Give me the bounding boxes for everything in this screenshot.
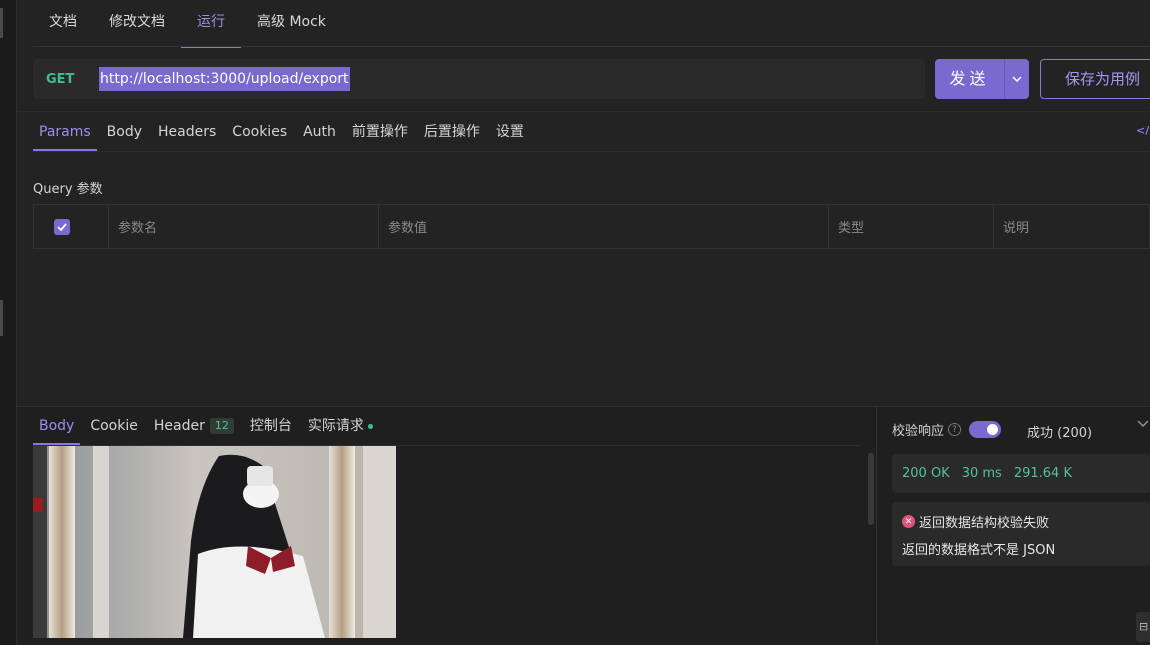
header-count-badge: 12 — [209, 418, 234, 434]
chevron-down-icon — [1012, 76, 1022, 82]
tab-post-actions[interactable]: 后置操作 — [418, 113, 486, 151]
validation-error: ✕ 返回数据结构校验失败 返回的数据格式不是 JSON — [892, 502, 1150, 566]
select-all-checkbox[interactable] — [54, 218, 70, 235]
divider — [33, 46, 1150, 47]
tab-run[interactable]: 运行 — [181, 0, 241, 48]
send-button[interactable]: 发送 — [935, 59, 1004, 99]
strip-marker — [0, 300, 3, 336]
query-params-table: 参数名 参数值 类型 说明 — [33, 204, 1150, 249]
column-header-value: 参数值 — [379, 205, 829, 248]
tab-body[interactable]: Body — [101, 113, 148, 151]
validation-status-select[interactable]: 成功 (200) — [1027, 422, 1092, 441]
response-time: 30 ms — [961, 466, 1002, 481]
validation-error-title: 返回数据结构校验失败 — [919, 516, 1050, 531]
response-scrollbar[interactable] — [868, 453, 874, 525]
tab-advanced-mock[interactable]: 高级 Mock — [241, 0, 342, 47]
validate-label: 校验响应 — [892, 424, 945, 439]
tab-label: 实际请求 — [307, 418, 364, 434]
response-image-preview — [33, 446, 396, 638]
tab-actual-request[interactable]: 实际请求 — [302, 407, 379, 445]
query-params-title: Query 参数 — [33, 182, 103, 197]
tab-console[interactable]: 控制台 — [244, 407, 298, 445]
left-activity-strip — [0, 0, 17, 645]
close-circle-icon: ✕ — [902, 515, 915, 528]
send-dropdown-button[interactable] — [1004, 59, 1029, 99]
response-panel: Body Cookie Header 12 控制台 实际请求 校验响应 ? 成功… — [17, 406, 1150, 645]
validate-toggle[interactable] — [969, 421, 1002, 438]
strip-marker — [0, 8, 3, 38]
response-tabs: Body Cookie Header 12 控制台 实际请求 — [33, 407, 383, 445]
response-metrics: 200 OK 30 ms 291.64 K — [892, 454, 1150, 493]
url-input[interactable]: http://localhost:3000/upload/export — [99, 67, 350, 91]
check-icon — [57, 222, 67, 231]
status-code: 200 OK — [902, 466, 950, 481]
validation-error-detail: 返回的数据格式不是 JSON — [902, 543, 1056, 558]
divider — [33, 151, 1150, 152]
top-tabs: 文档 修改文档 运行 高级 Mock — [33, 0, 342, 48]
method-select[interactable]: GET — [46, 72, 86, 87]
save-as-case-button[interactable]: 保存为用例 — [1040, 59, 1150, 99]
tab-label: Body — [39, 418, 75, 434]
tab-auth[interactable]: Auth — [297, 113, 342, 151]
panel-toggle-icon[interactable]: ⊟ — [1136, 612, 1150, 642]
tab-response-cookie[interactable]: Cookie — [84, 407, 144, 445]
tab-label: 控制台 — [249, 418, 292, 434]
tab-label: Cookie — [90, 418, 138, 434]
tab-headers[interactable]: Headers — [152, 113, 222, 151]
column-header-name: 参数名 — [109, 205, 379, 248]
tab-pre-actions[interactable]: 前置操作 — [346, 113, 414, 151]
photo-image — [33, 446, 396, 638]
column-header-desc: 说明 — [1003, 221, 1030, 236]
tab-edit-docs[interactable]: 修改文档 — [93, 0, 181, 47]
validation-error-title-row: ✕ 返回数据结构校验失败 — [902, 512, 1141, 531]
tab-cookies[interactable]: Cookies — [226, 113, 293, 151]
request-panel: 文档 修改文档 运行 高级 Mock GET http://localhost:… — [17, 0, 1150, 406]
tab-response-body[interactable]: Body — [33, 407, 81, 445]
tab-params[interactable]: Params — [33, 113, 97, 151]
url-bar: GET http://localhost:3000/upload/export — [33, 59, 925, 99]
tab-settings[interactable]: 设置 — [490, 113, 530, 151]
divider — [17, 111, 1150, 112]
validation-panel: 校验响应 ? 成功 (200) 200 OK 30 ms 291.64 K ✕ … — [876, 407, 1150, 645]
chevron-down-icon[interactable] — [1137, 420, 1149, 428]
send-button-group: 发送 — [935, 59, 1029, 99]
tab-response-header[interactable]: Header 12 — [148, 407, 240, 445]
tab-label: Header — [153, 418, 205, 434]
help-icon[interactable]: ? — [948, 423, 962, 436]
code-icon[interactable]: </> — [1136, 124, 1150, 137]
status-dot — [367, 423, 373, 429]
response-size: 291.64 K — [1013, 466, 1072, 481]
column-header-type: 类型 — [829, 205, 994, 248]
request-tabs: Params Body Headers Cookies Auth 前置操作 后置… — [33, 113, 534, 151]
tab-docs[interactable]: 文档 — [33, 0, 93, 47]
validate-response-header: 校验响应 ? — [892, 420, 1002, 439]
select-all-cell — [34, 205, 109, 248]
